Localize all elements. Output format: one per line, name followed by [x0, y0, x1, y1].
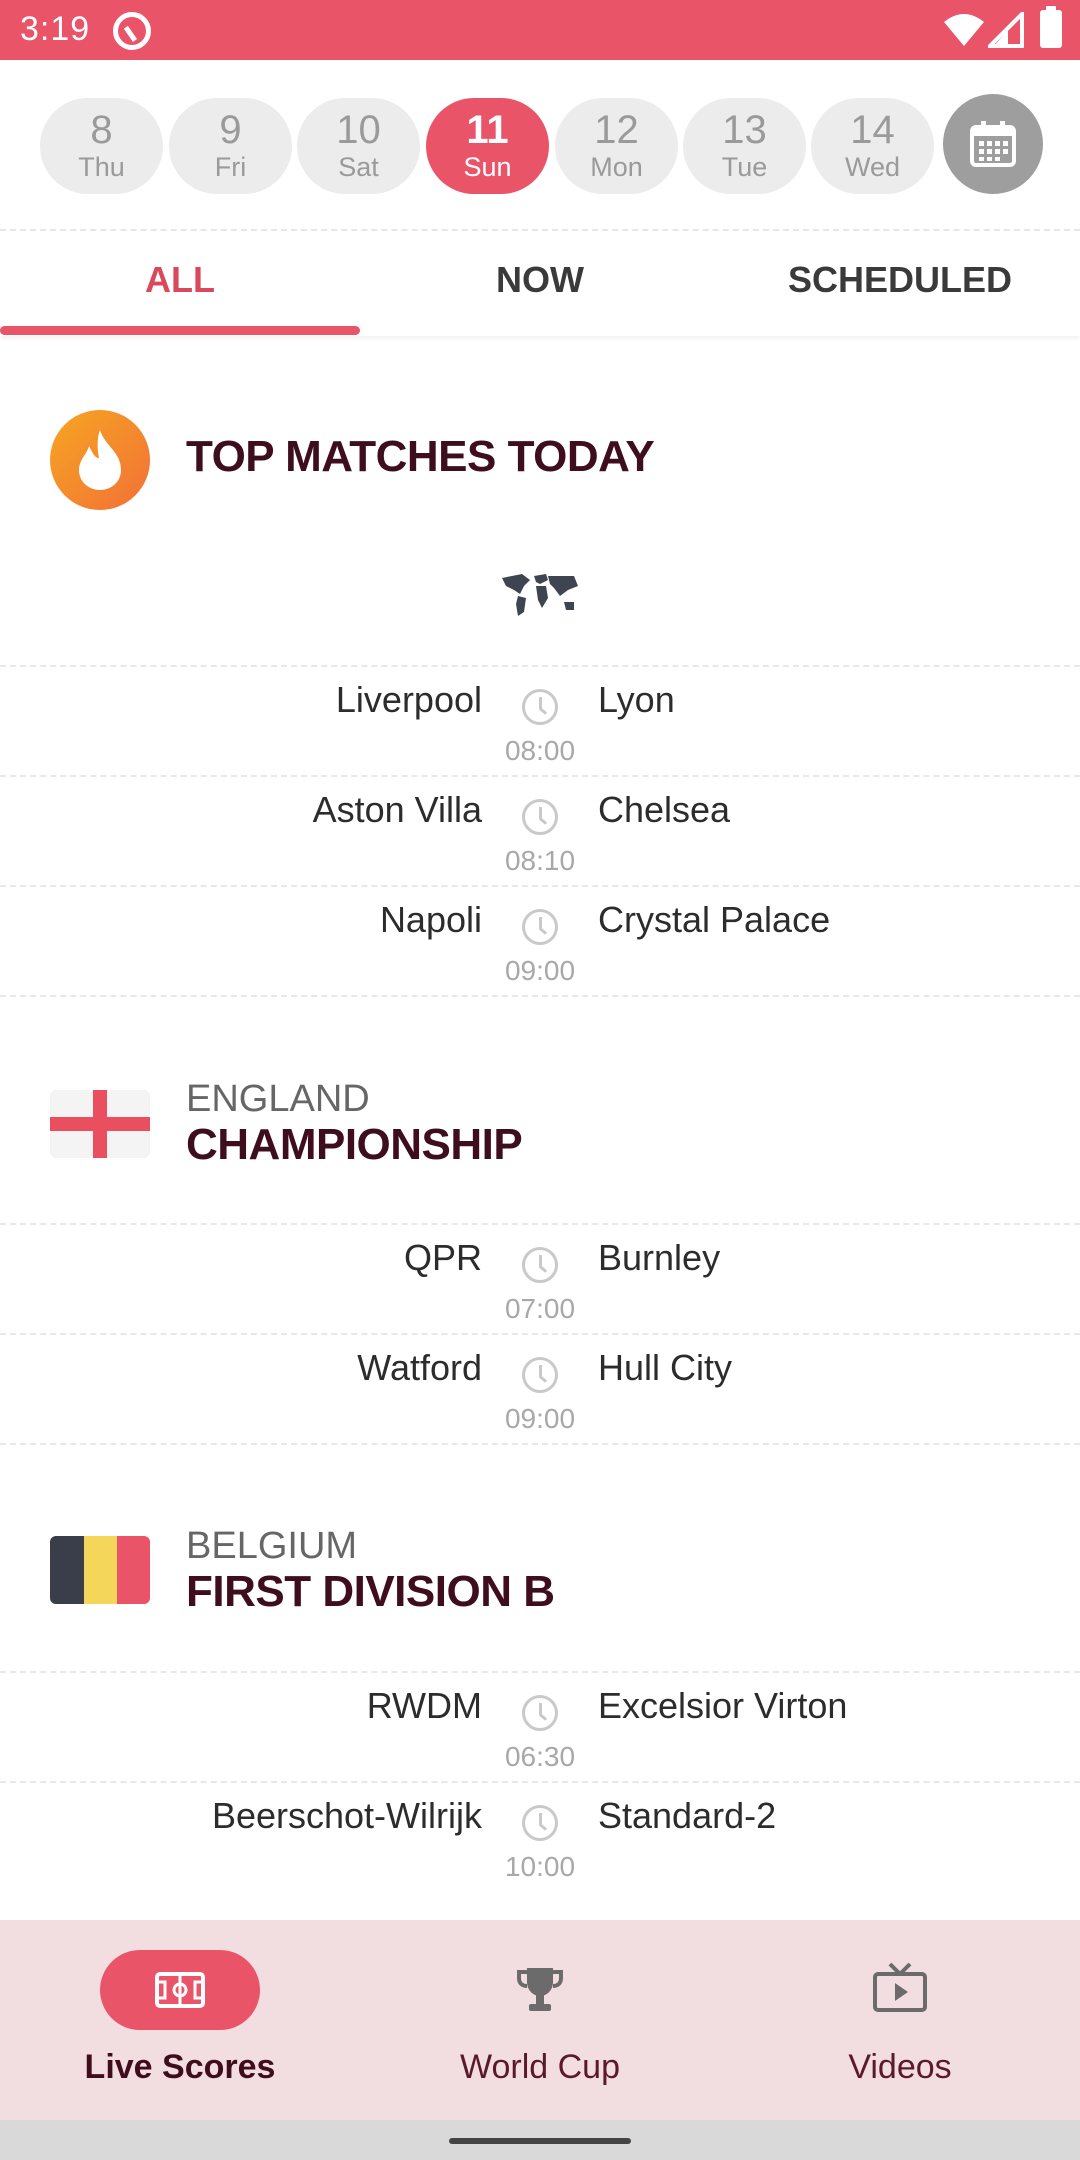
- date-weekday: Thu: [78, 152, 125, 182]
- match-row[interactable]: Napoli Crystal Palace 09:00: [0, 885, 1080, 995]
- section-title-championship[interactable]: CHAMPIONSHIP: [186, 1120, 523, 1170]
- status-time: 3:19: [20, 10, 91, 48]
- home-team: Watford: [357, 1347, 482, 1388]
- calendar-button[interactable]: [943, 94, 1043, 194]
- gesture-bar: [0, 2120, 1080, 2160]
- date-weekday: Mon: [590, 152, 643, 182]
- kickoff-time: 06:30: [504, 1741, 576, 1772]
- home-team: Napoli: [379, 899, 482, 940]
- kickoff-time: 09:00: [504, 1403, 576, 1434]
- tab-now[interactable]: NOW: [360, 232, 720, 336]
- clock-icon: [522, 1805, 558, 1841]
- tv-play-icon: [873, 1962, 927, 2012]
- nav-label: Videos: [848, 2048, 952, 2086]
- date-chip-9[interactable]: 9 Fri: [169, 98, 292, 194]
- date-weekday: Fri: [214, 152, 247, 182]
- match-row[interactable]: Beerschot-Wilrijk Standard-2 10:00: [0, 1781, 1080, 1891]
- status-bar: 3:19: [0, 0, 1080, 60]
- section-country-england: ENGLAND: [186, 1078, 370, 1120]
- kickoff-time: 10:00: [504, 1851, 576, 1882]
- date-number: 12: [594, 108, 639, 152]
- away-team: Excelsior Virton: [598, 1685, 848, 1726]
- date-chip-11-selected[interactable]: 11 Sun: [426, 98, 549, 194]
- tab-all[interactable]: ALL: [0, 232, 360, 336]
- belgium-flag-icon: [50, 1536, 150, 1604]
- match-row[interactable]: RWDM Excelsior Virton 06:30: [0, 1671, 1080, 1781]
- away-team: Crystal Palace: [598, 899, 831, 940]
- date-number: 10: [336, 108, 381, 152]
- section-divider: [0, 1443, 1080, 1445]
- bottom-navigation: Live Scores World Cup Videos: [0, 1920, 1080, 2120]
- nav-world-cup[interactable]: World Cup: [360, 1920, 720, 2120]
- clock-icon: [522, 689, 558, 725]
- clock-icon: [522, 799, 558, 835]
- date-chip-8[interactable]: 8 Thu: [40, 98, 163, 194]
- wifi-icon: [944, 14, 984, 46]
- nav-live-scores[interactable]: Live Scores: [0, 1920, 360, 2120]
- gesture-handle[interactable]: [449, 2138, 631, 2144]
- date-number: 8: [90, 108, 113, 152]
- section-country-belgium: BELGIUM: [186, 1525, 358, 1567]
- home-team: Liverpool: [335, 679, 482, 720]
- date-chip-14[interactable]: 14 Wed: [811, 98, 934, 194]
- section-title-top-matches: TOP MATCHES TODAY: [186, 432, 655, 481]
- date-weekday: Wed: [844, 152, 901, 182]
- world-map-icon: [502, 574, 578, 616]
- clock-icon: [522, 909, 558, 945]
- fire-icon: [50, 410, 150, 510]
- match-row[interactable]: Watford Hull City 09:00: [0, 1333, 1080, 1443]
- clock-icon: [522, 1695, 558, 1731]
- date-chip-13[interactable]: 13 Tue: [683, 98, 806, 194]
- nav-label: Live Scores: [84, 2048, 276, 2086]
- nav-videos[interactable]: Videos: [720, 1920, 1080, 2120]
- date-weekday: Sat: [338, 152, 379, 182]
- england-flag-icon: [50, 1090, 150, 1158]
- date-number: 11: [466, 108, 509, 152]
- match-row[interactable]: Liverpool Lyon 08:00: [0, 665, 1080, 775]
- battery-icon: [1040, 6, 1062, 48]
- date-weekday: Tue: [721, 152, 768, 182]
- date-number: 9: [219, 108, 242, 152]
- cell-signal-icon: [988, 12, 1024, 48]
- home-team: Aston Villa: [312, 789, 482, 830]
- away-team: Hull City: [598, 1347, 733, 1388]
- match-row[interactable]: QPR Burnley 07:00: [0, 1223, 1080, 1333]
- do-not-disturb-icon: [113, 12, 151, 50]
- kickoff-time: 07:00: [504, 1293, 576, 1324]
- date-chip-12[interactable]: 12 Mon: [555, 98, 678, 194]
- match-row[interactable]: Aston Villa Chelsea 08:10: [0, 775, 1080, 885]
- away-team: Lyon: [598, 679, 675, 720]
- home-team: RWDM: [366, 1685, 482, 1726]
- calendar-icon: [970, 121, 1016, 167]
- home-team: Beerschot-Wilrijk: [211, 1795, 482, 1836]
- trophy-icon: [517, 1968, 563, 2011]
- clock-icon: [522, 1357, 558, 1393]
- nav-label: World Cup: [460, 2048, 620, 2086]
- date-number: 14: [850, 108, 895, 152]
- away-team: Chelsea: [598, 789, 731, 830]
- section-title-first-division-b[interactable]: FIRST DIVISION B: [186, 1567, 555, 1617]
- kickoff-time: 08:00: [504, 735, 576, 766]
- date-number: 13: [722, 108, 767, 152]
- away-team: Standard-2: [598, 1795, 777, 1836]
- date-chip-10[interactable]: 10 Sat: [297, 98, 420, 194]
- kickoff-time: 08:10: [504, 845, 576, 876]
- clock-icon: [522, 1247, 558, 1283]
- date-selector: 8 Thu 9 Fri 10 Sat 11 Sun 12 Mon 13 Tue …: [0, 60, 1080, 231]
- active-tab-indicator: [0, 326, 360, 335]
- kickoff-time: 09:00: [504, 955, 576, 986]
- home-team: QPR: [403, 1237, 482, 1278]
- date-weekday: Sun: [463, 152, 512, 182]
- section-divider: [0, 995, 1080, 997]
- away-team: Burnley: [598, 1237, 721, 1278]
- soccer-field-icon: [155, 1972, 205, 2008]
- filter-tabs: ALL NOW SCHEDULED: [0, 232, 1080, 336]
- tab-scheduled[interactable]: SCHEDULED: [720, 232, 1080, 336]
